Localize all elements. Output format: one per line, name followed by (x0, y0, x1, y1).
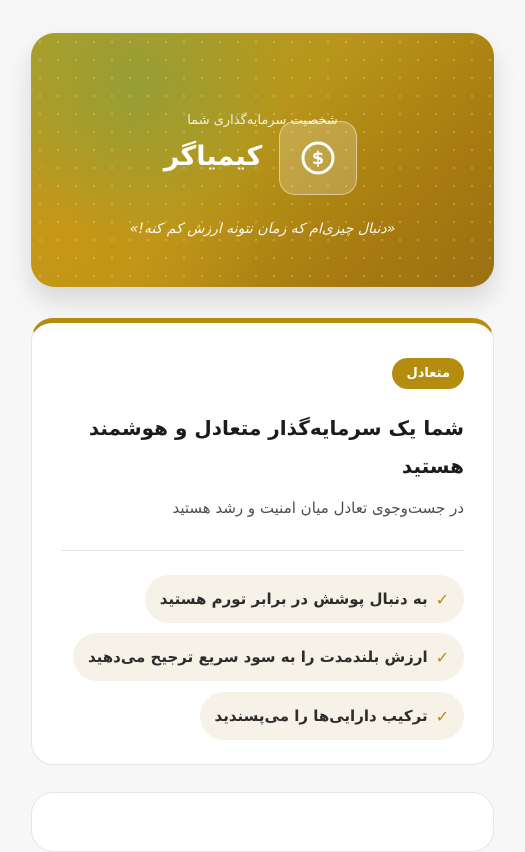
coin-icon: $ (279, 121, 357, 195)
trait-item: ✓ ترکیب دارایی‌ها را می‌پسندید (199, 692, 464, 740)
personality-title: کیمیاگر (163, 141, 263, 172)
divider (61, 550, 464, 551)
profile-card: متعادل شما یک سرمایه‌گذار متعادل و هوشمن… (31, 318, 494, 765)
trait-item: ✓ به دنبال پوشش در برابر تورم هستید (144, 575, 464, 623)
profile-description: در جست‌وجوی تعادل میان امنیت و رشد هستید (172, 499, 464, 517)
trait-label: ارزش بلندمدت را به سود سریع ترجیح می‌دهی… (87, 648, 428, 666)
check-icon: ✓ (435, 589, 449, 609)
personality-quote: «دنبال چیزی‌ام که زمان نتونه ارزش کم کنه… (129, 221, 396, 237)
trait-label: به دنبال پوشش در برابر تورم هستید (159, 590, 428, 608)
trait-item: ✓ ارزش بلندمدت را به سود سریع ترجیح می‌د… (72, 633, 464, 681)
status-badge: متعادل (392, 358, 464, 389)
personality-hero-card: شخصیت سرمایه‌گذاری شما $ کیمیاگر «دنبال … (31, 33, 494, 287)
svg-text:$: $ (312, 148, 325, 169)
check-icon: ✓ (435, 647, 449, 667)
hero-subtitle: شخصیت سرمایه‌گذاری شما (187, 113, 338, 128)
profile-title: شما یک سرمایه‌گذار متعادل و هوشمند هستید (88, 416, 464, 478)
next-card (31, 792, 494, 852)
check-icon: ✓ (435, 706, 449, 726)
trait-label: ترکیب دارایی‌ها را می‌پسندید (214, 707, 428, 725)
